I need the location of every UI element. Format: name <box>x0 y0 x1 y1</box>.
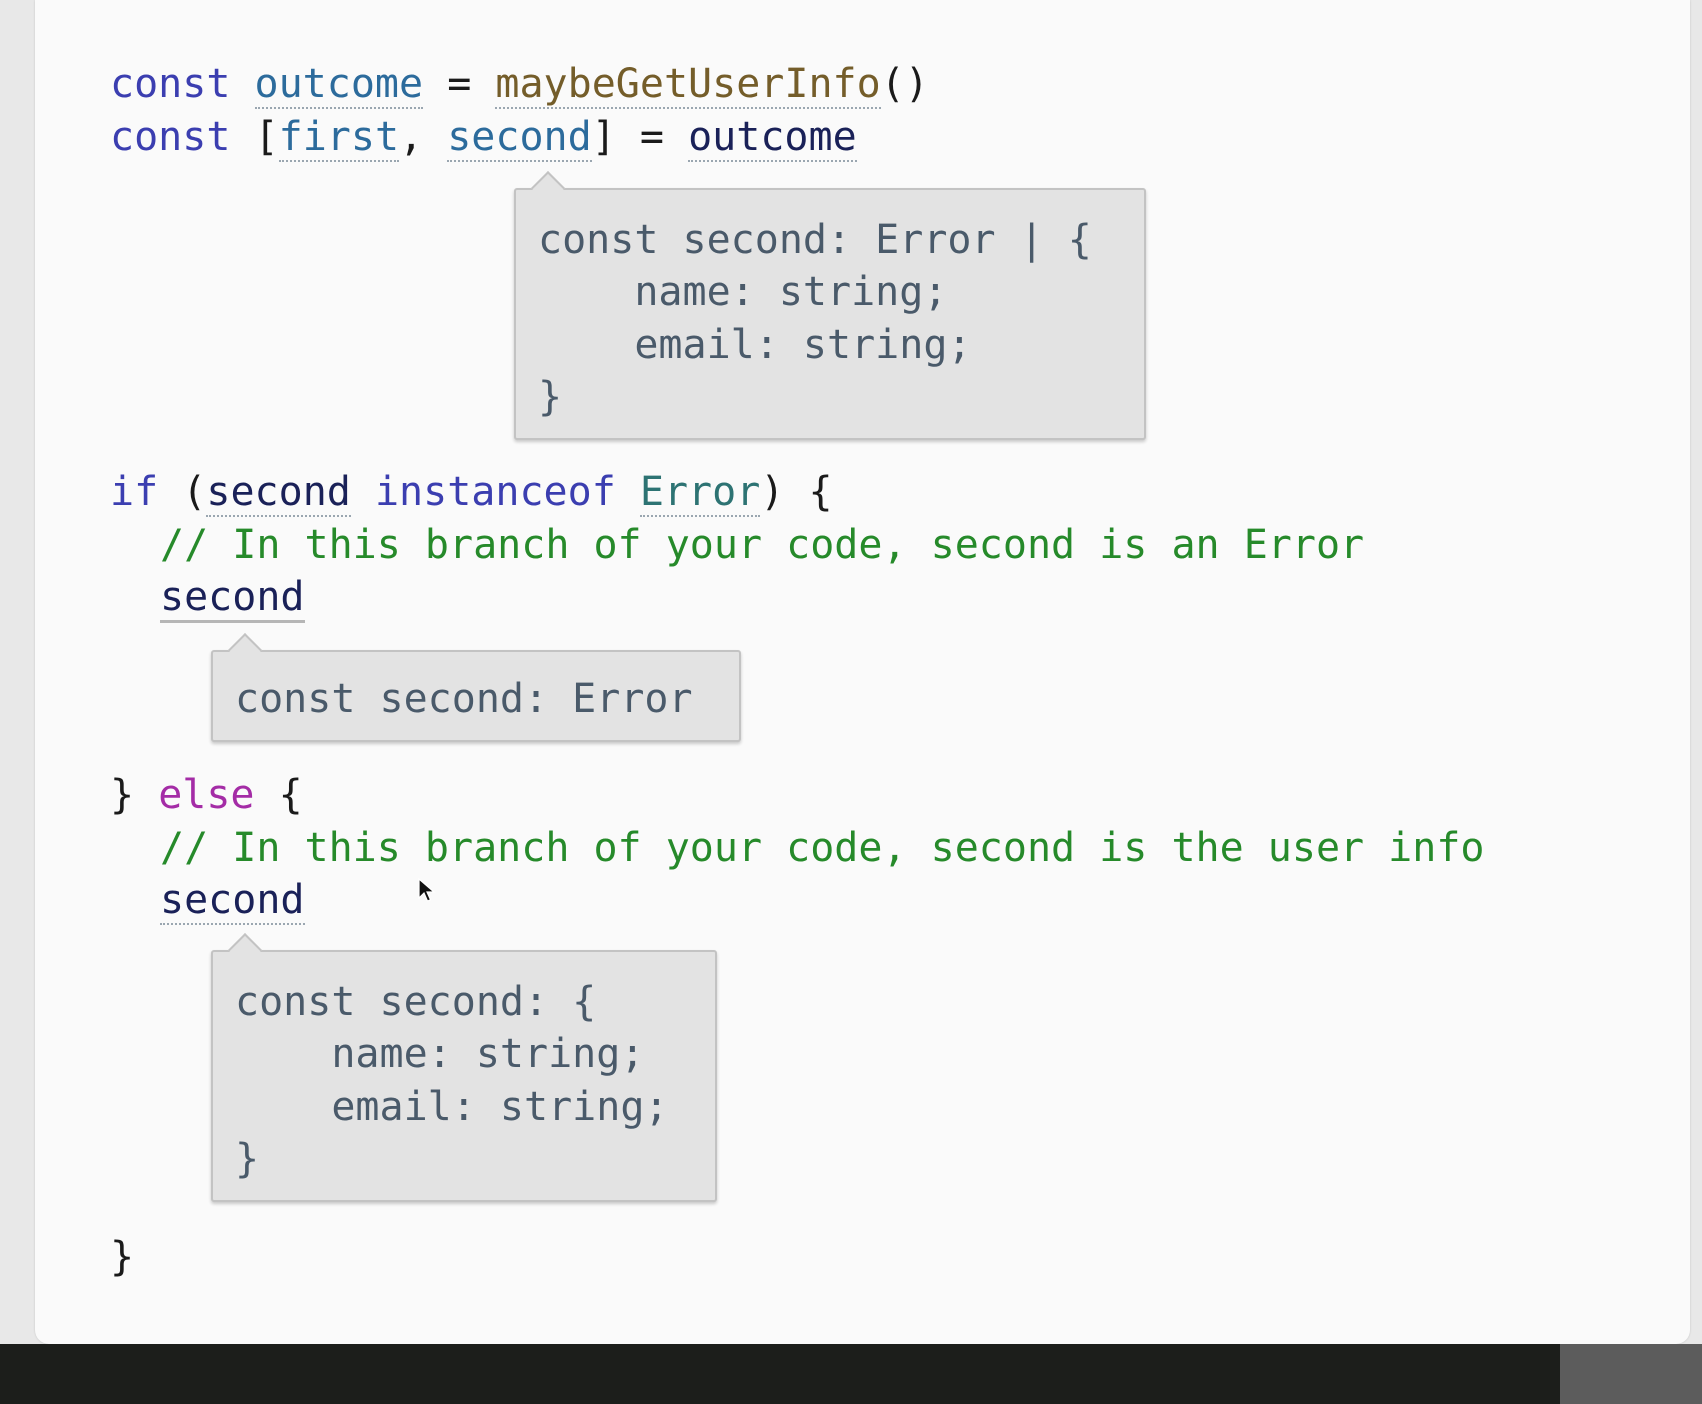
identifier-first[interactable]: first <box>278 114 400 162</box>
tooltip-line: const second: Error <box>235 676 693 722</box>
code-line-else: } else { <box>110 775 303 815</box>
type-tooltip-union: const second: Error | { name: string; em… <box>514 171 1146 440</box>
identifier-second[interactable]: second <box>206 469 351 517</box>
identifier-second-hovered[interactable]: second <box>160 877 305 925</box>
identifier-outcome-ref[interactable]: outcome <box>688 114 857 162</box>
paren-close: ) <box>760 469 785 515</box>
type-Error[interactable]: Error <box>639 469 761 517</box>
keyword-if: if <box>110 469 159 515</box>
identifier-second-hovered[interactable]: second <box>160 574 305 623</box>
comment-user-info-branch: // In this branch of your code, second i… <box>160 825 1485 871</box>
identifier-outcome[interactable]: outcome <box>254 61 424 109</box>
brace-open: { <box>278 772 303 818</box>
code-line-second-a: second <box>160 574 305 623</box>
bracket-open: [ <box>254 114 279 160</box>
keyword-const: const <box>110 61 231 107</box>
keyword-instanceof: instanceof <box>374 469 616 515</box>
bottom-bar-thumbnail[interactable] <box>1560 1344 1702 1404</box>
type-tooltip-user-info: const second: { name: string; email: str… <box>211 933 717 1202</box>
type-tooltip-error: const second: Error <box>211 633 741 742</box>
brace-close-final: } <box>110 1234 135 1280</box>
tooltip-line: email: string; <box>538 322 972 368</box>
comment-error-branch: // In this branch of your code, second i… <box>160 522 1365 568</box>
bracket-close: ] <box>591 114 616 160</box>
tooltip-line: name: string; <box>235 1031 645 1077</box>
function-maybeGetUserInfo[interactable]: maybeGetUserInfo <box>495 61 881 109</box>
code-line-1: const outcome = maybeGetUserInfo() <box>110 61 929 109</box>
code-line-if: if (second instanceof Error) { <box>110 469 833 517</box>
keyword-const: const <box>110 114 231 160</box>
code-line-second-b: second <box>160 877 305 925</box>
brace-open: { <box>808 469 833 515</box>
comma: , <box>399 114 424 160</box>
keyword-else: else <box>158 772 255 818</box>
tooltip-line: const second: Error | { <box>538 217 1092 263</box>
paren-open: ( <box>182 469 207 515</box>
identifier-second[interactable]: second <box>447 114 592 162</box>
tooltip-line: email: string; <box>235 1084 669 1130</box>
bottom-bar <box>0 1344 1702 1404</box>
tooltip-line: } <box>538 374 563 420</box>
tooltip-line: const second: { <box>235 979 597 1025</box>
code-line-2: const [first, second] = outcome <box>110 114 857 162</box>
mouse-pointer-icon <box>418 878 436 902</box>
call-parens: () <box>880 61 929 107</box>
tooltip-line: } <box>235 1136 260 1182</box>
brace-close: } <box>110 772 135 818</box>
operator-assign: = <box>447 61 472 107</box>
tooltip-line: name: string; <box>538 269 948 315</box>
operator-assign: = <box>639 114 664 160</box>
